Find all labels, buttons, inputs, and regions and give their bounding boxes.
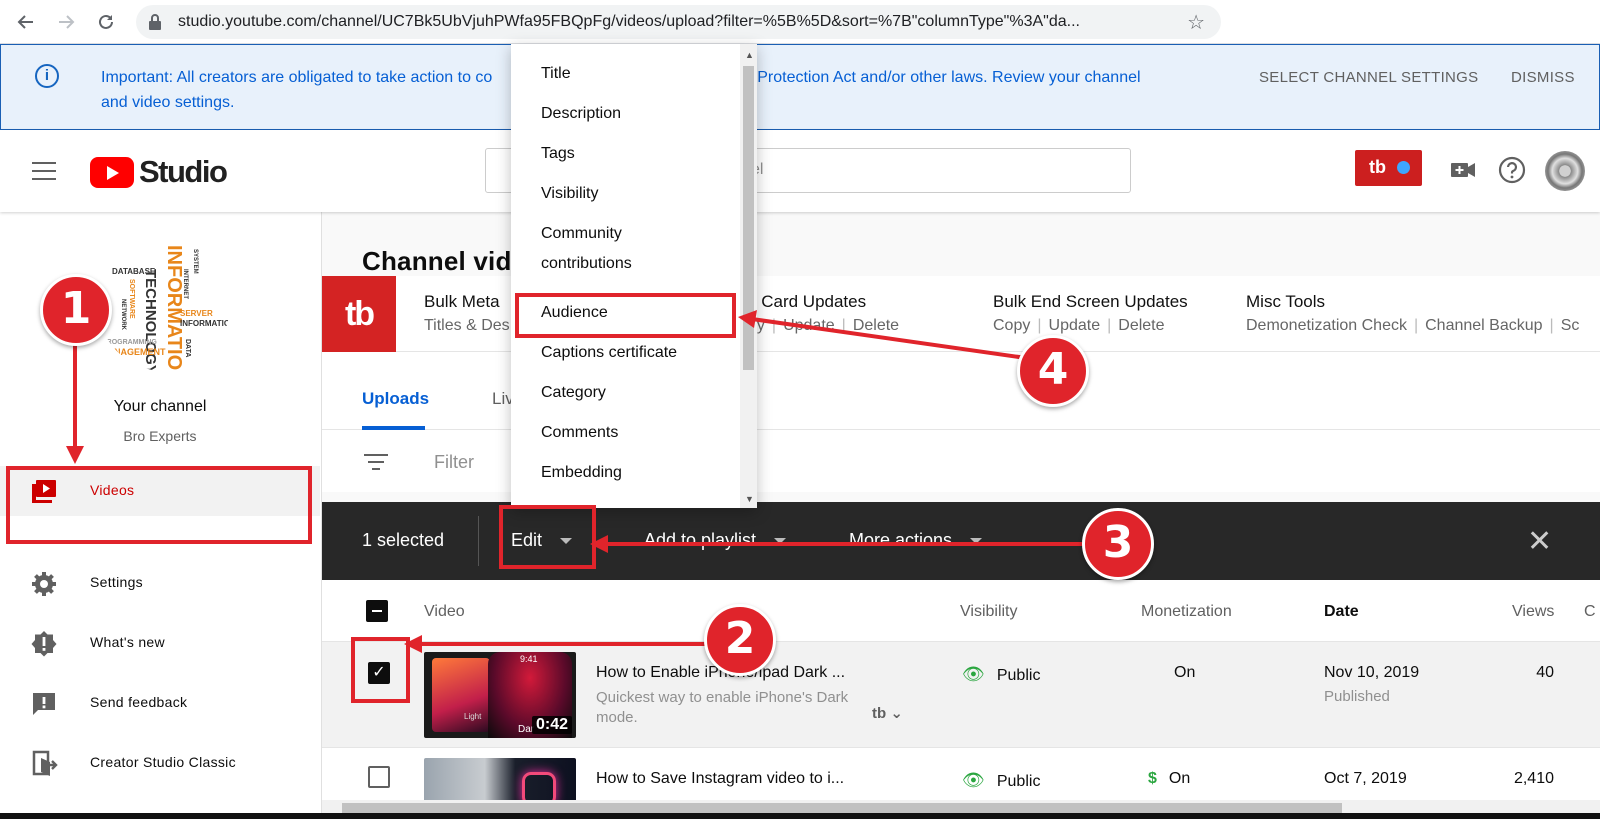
step-2-marker: 2: [704, 604, 776, 676]
step-4-marker: 4: [1017, 335, 1089, 407]
highlight-videos: [6, 466, 312, 544]
annotation-arrows: [66, 310, 1084, 653]
highlight-checkbox: [351, 637, 410, 703]
highlight-audience: [515, 293, 736, 338]
step-1-marker: 1: [40, 274, 112, 346]
highlight-edit: [499, 505, 596, 569]
step-3-marker: 3: [1082, 508, 1154, 580]
